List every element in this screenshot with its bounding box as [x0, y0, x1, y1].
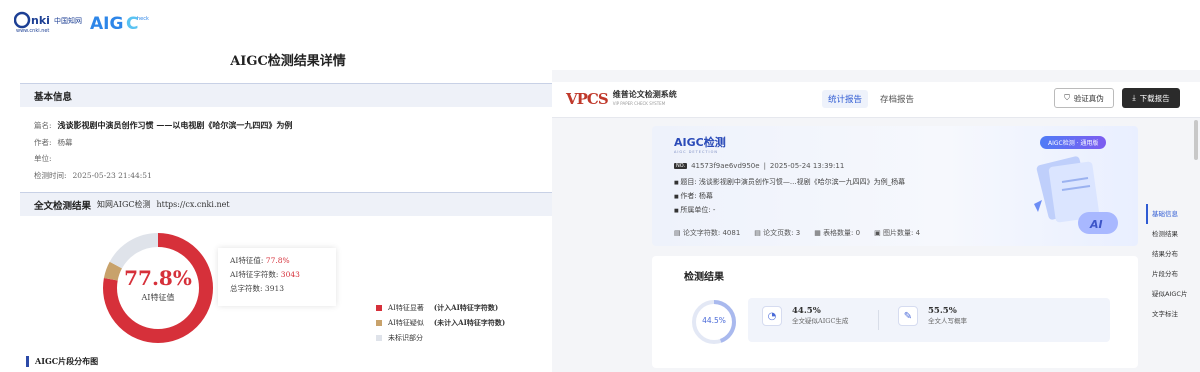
legend-item: AI特征疑似 (未计入AI特征字符数) — [376, 315, 505, 330]
tab-archive-report[interactable]: 存档报告 — [874, 90, 920, 108]
legend-item: AI特征显著 (计入AI特征字符数) — [376, 300, 505, 315]
ai-chars: 3043 — [280, 270, 300, 279]
side-nav: 基础信息 检测结果 结果分布 片段分布 疑似AIGC片 文字标注 — [1146, 204, 1200, 324]
vpcs-logo-cn: 维普论文检测系统 — [612, 90, 677, 99]
side-nav-suspected[interactable]: 疑似AIGC片 — [1146, 284, 1200, 304]
vpcs-logo-en: VIP PAPER CHECK SYSTEM — [612, 101, 666, 106]
full-result-header: 全文检测结果 知网AIGC检测 https://cx.cnki.net — [20, 192, 552, 216]
count-images: ▣ 图片数量: 4 — [874, 229, 921, 237]
meta-unit: 所属单位: - — [674, 204, 905, 218]
download-report-button[interactable]: ⤓ 下载报告 — [1122, 88, 1180, 108]
info-unit-row: 单位: — [34, 154, 52, 163]
meta-title: 题目: 浅谈影视剧中演员创作习惯—...视剧《哈尔滨一九四四》为例_杨幕 — [674, 176, 905, 190]
check-time-value: 2025-05-23 21:44:51 — [72, 171, 152, 180]
shield-icon: ⛉ — [1064, 93, 1070, 102]
ai-donut-chart: 77.8% AI特征值 — [100, 230, 216, 346]
count-tables: ▦ 表格数量: 0 — [814, 229, 861, 237]
result-stats-box: ◔ 44.5% 全文疑似AIGC生成 ✎ 55.5% 全文人写概率 — [748, 298, 1110, 342]
tab-statistics-report[interactable]: 统计报告 — [822, 90, 869, 108]
count-pages: ▤ 论文页数: 3 — [754, 229, 801, 237]
vpcs-report-panel: VPCS 维普论文检测系统 VIP PAPER CHECK SYSTEM 统计报… — [552, 70, 1200, 372]
scrollbar[interactable] — [1194, 120, 1198, 160]
human-written-stat: ✎ 55.5% 全文人写概率 — [898, 306, 967, 326]
side-nav-result[interactable]: 检测结果 — [1146, 224, 1200, 244]
donut-percentage: 77.8% — [124, 266, 192, 290]
donut-label: AI特征值 — [141, 293, 175, 302]
version-tag: AIGC检测 · 通用版 — [1040, 136, 1107, 149]
result-ring: 44.5% — [690, 298, 738, 346]
full-result-url[interactable]: https://cx.cnki.net — [156, 200, 229, 209]
vpcs-logo: VPCS 维普论文检测系统 VIP PAPER CHECK SYSTEM — [566, 90, 677, 108]
image-icon: ▣ — [874, 229, 881, 237]
total-chars: 3913 — [264, 284, 285, 293]
vpcs-logo-mark: VPCS — [566, 90, 609, 108]
cnki-logo-url: www.cnki.net — [16, 28, 49, 34]
result-heading: 检测结果 — [684, 272, 724, 283]
info-author-row: 作者: 杨幕 — [34, 138, 73, 147]
doc-icon: ▤ — [754, 229, 761, 237]
side-nav-distribution[interactable]: 结果分布 — [1146, 244, 1200, 264]
donut-legend: AI特征显著 (计入AI特征字符数) AI特征疑似 (未计入AI特征字符数) 未标识… — [376, 300, 505, 345]
report-id: 41573f9ae6vd950e — [691, 162, 760, 170]
report-summary-card: AIGC检测 AIGC DETECTION AIGC检测 · 通用版 NO. 4… — [652, 126, 1138, 246]
svg-text:nki: nki — [31, 14, 50, 27]
doc-icon: ▤ — [674, 229, 681, 237]
verify-button[interactable]: ⛉ 验证真伪 — [1054, 88, 1114, 108]
svg-text:AI: AI — [1089, 218, 1103, 231]
detection-result-card: 检测结果 44.5% ◔ 44.5% 全文疑似AIGC生成 ✎ 55.5% 全文人写… — [652, 256, 1138, 368]
pen-icon: ✎ — [898, 306, 918, 326]
report-id-line: NO. 41573f9ae6vd950e | 2025-05-24 13:39:… — [674, 162, 845, 170]
side-nav-fragments[interactable]: 片段分布 — [1146, 264, 1200, 284]
doc-counts: ▤ 论文字符数: 4081 ▤ 论文页数: 3 ▦ 表格数量: 0 ▣ 图片数量… — [674, 228, 920, 238]
full-result-title: 全文检测结果 — [34, 200, 92, 212]
stat-divider — [878, 310, 879, 330]
cnki-logo: nki 中国知网 www.cnki.net AIG C heck — [14, 11, 149, 34]
meta-author: 作者: 杨幕 — [674, 190, 905, 204]
ai-document-illustration: AI — [1034, 156, 1118, 234]
legend-item: 未标识部分 — [376, 330, 505, 345]
paper-title: 浅谈影视剧中演员创作习惯 ——以电视剧《哈尔滨一九四四》为例 — [57, 120, 293, 130]
ai-generated-stat: ◔ 44.5% 全文疑似AIGC生成 — [762, 306, 848, 326]
basic-info-title: 基本信息 — [34, 91, 73, 103]
fragment-section-title: AIGC片段分布图 — [26, 356, 98, 367]
table-icon: ▦ — [814, 229, 821, 237]
author-value: 杨幕 — [57, 138, 73, 147]
download-icon: ⤓ — [1132, 93, 1136, 102]
legend-swatch-red — [376, 304, 382, 311]
legend-swatch-tan — [376, 319, 382, 326]
basic-info-header: 基本信息 — [20, 83, 552, 107]
page-title: AIGC检测结果详情 — [230, 54, 346, 69]
side-nav-annotation[interactable]: 文字标注 — [1146, 304, 1200, 324]
side-nav-basic-info[interactable]: 基础信息 — [1146, 204, 1200, 224]
ai-value: 77.8% — [265, 256, 290, 265]
ai-brain-icon: ◔ — [762, 306, 782, 326]
aigc-detection-logo: AIGC检测 AIGC DETECTION — [674, 136, 726, 154]
cnki-logo-cn: 中国知网 — [54, 16, 82, 25]
svg-text:AIG: AIG — [90, 14, 123, 34]
count-chars: ▤ 论文字符数: 4081 — [674, 229, 741, 237]
report-meta: 题目: 浅谈影视剧中演员创作习惯—...视剧《哈尔滨一九四四》为例_杨幕 作者:… — [674, 176, 905, 218]
legend-swatch-gray — [376, 334, 382, 341]
cnki-report-panel: nki 中国知网 www.cnki.net AIG C heck AIGC检测结… — [0, 0, 552, 372]
info-title-row: 篇名: 浅谈影视剧中演员创作习惯 ——以电视剧《哈尔滨一九四四》为例 — [34, 120, 293, 130]
vpcs-topbar: VPCS 维普论文检测系统 VIP PAPER CHECK SYSTEM 统计报… — [552, 82, 1200, 118]
full-result-subtitle: 知网AIGC检测 — [97, 200, 151, 209]
report-tabs: 统计报告 存档报告 — [822, 90, 920, 108]
report-datetime: 2025-05-24 13:39:11 — [769, 162, 845, 170]
ai-stat-card: AI特征值: 77.8% AI特征字符数: 3043 总字符数: 3913 — [218, 248, 336, 306]
info-time-row: 检测时间: 2025-05-23 21:44:51 — [34, 171, 152, 180]
svg-text:heck: heck — [137, 16, 149, 22]
ring-percentage: 44.5% — [702, 316, 726, 325]
